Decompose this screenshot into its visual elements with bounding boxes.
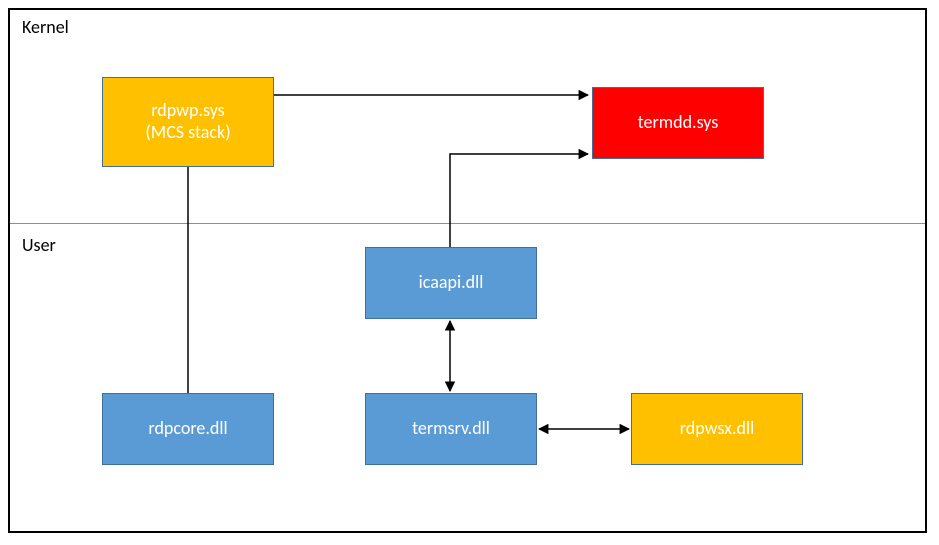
- edge-icaapi-to-termdd: [450, 154, 588, 247]
- node-rdpwsx-label: rdpwsx.dll: [680, 418, 754, 440]
- node-termsrv-label: termsrv.dll: [412, 418, 490, 440]
- node-termsrv: termsrv.dll: [365, 393, 537, 465]
- kernel-section-label: Kernel: [22, 16, 69, 38]
- node-rdpwp-line1: rdpwp.sys: [151, 99, 224, 121]
- node-icaapi: icaapi.dll: [365, 247, 537, 319]
- node-termdd: termdd.sys: [592, 87, 764, 159]
- node-rdpwsx: rdpwsx.dll: [631, 393, 803, 465]
- node-rdpcore-label: rdpcore.dll: [148, 418, 227, 440]
- diagram-frame: Kernel User rdpwp.sys (MCS stack) termdd…: [8, 8, 927, 533]
- node-rdpwp-line2: (MCS stack): [145, 121, 230, 143]
- user-section-label: User: [22, 234, 56, 256]
- node-icaapi-label: icaapi.dll: [419, 272, 484, 294]
- node-rdpcore: rdpcore.dll: [102, 393, 274, 465]
- kernel-user-divider: [10, 223, 925, 224]
- node-rdpwp: rdpwp.sys (MCS stack): [102, 77, 274, 167]
- node-termdd-label: termdd.sys: [638, 112, 719, 134]
